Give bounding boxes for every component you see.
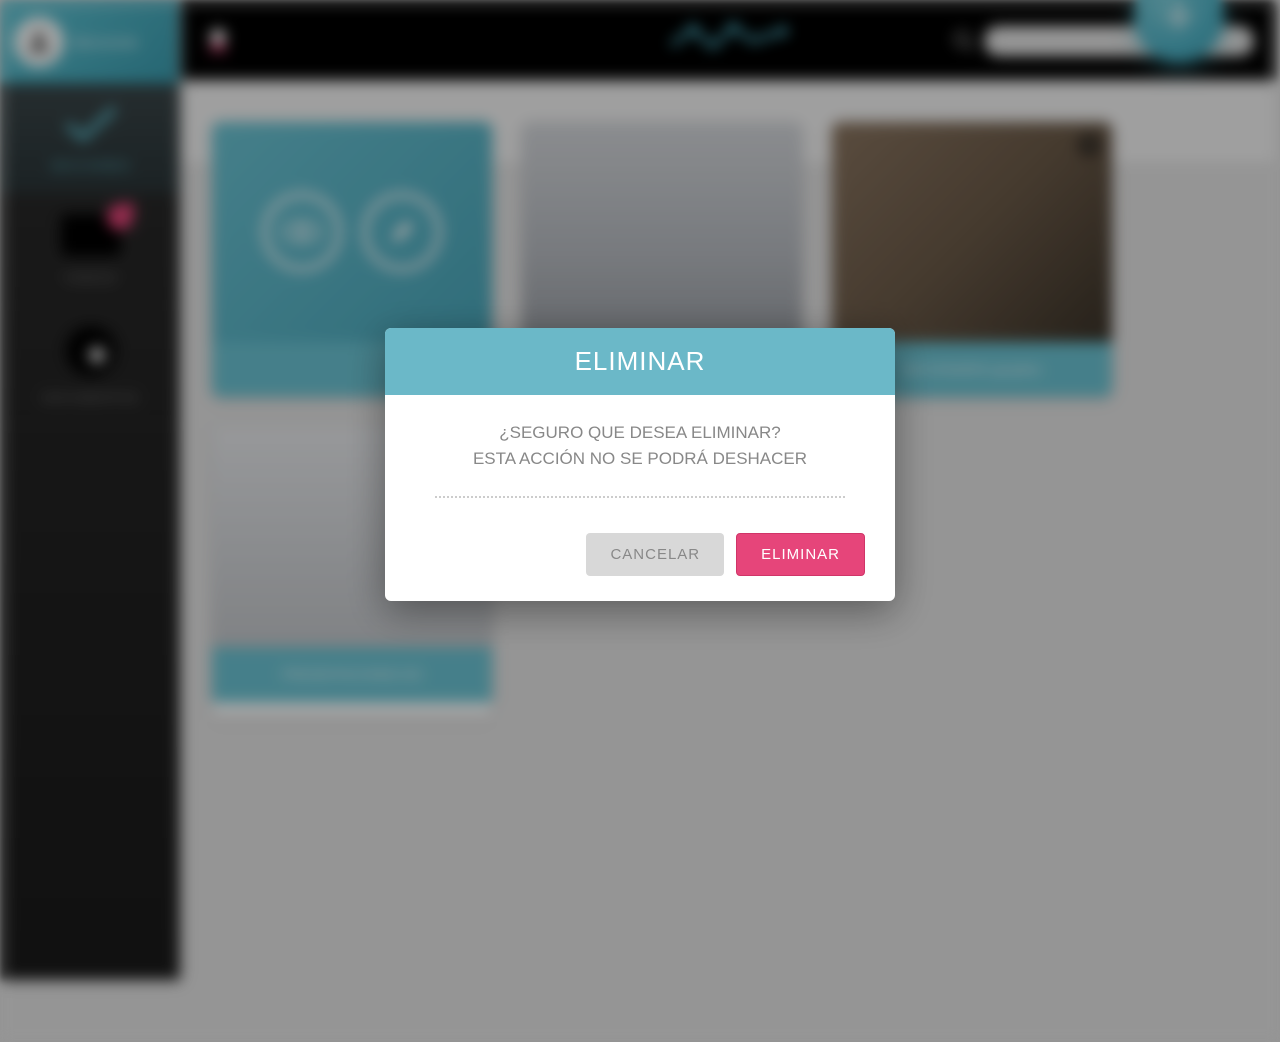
modal-overlay[interactable]: ELIMINAR ¿SEGURO QUE DESEA ELIMINAR? EST… [0,0,1280,1042]
modal-message-line2: ESTA ACCIÓN NO SE PODRÁ DESHACER [415,446,865,472]
confirm-delete-modal: ELIMINAR ¿SEGURO QUE DESEA ELIMINAR? EST… [385,328,895,601]
modal-title: ELIMINAR [403,346,877,377]
modal-body: ¿SEGURO QUE DESEA ELIMINAR? ESTA ACCIÓN … [385,395,895,533]
modal-footer: CANCELAR ELIMINAR [385,533,895,601]
confirm-delete-button[interactable]: ELIMINAR [736,533,865,576]
modal-message-line1: ¿SEGURO QUE DESEA ELIMINAR? [415,420,865,446]
modal-header: ELIMINAR [385,328,895,395]
divider [435,496,845,498]
modal-message: ¿SEGURO QUE DESEA ELIMINAR? ESTA ACCIÓN … [415,420,865,471]
cancel-button[interactable]: CANCELAR [586,533,724,576]
